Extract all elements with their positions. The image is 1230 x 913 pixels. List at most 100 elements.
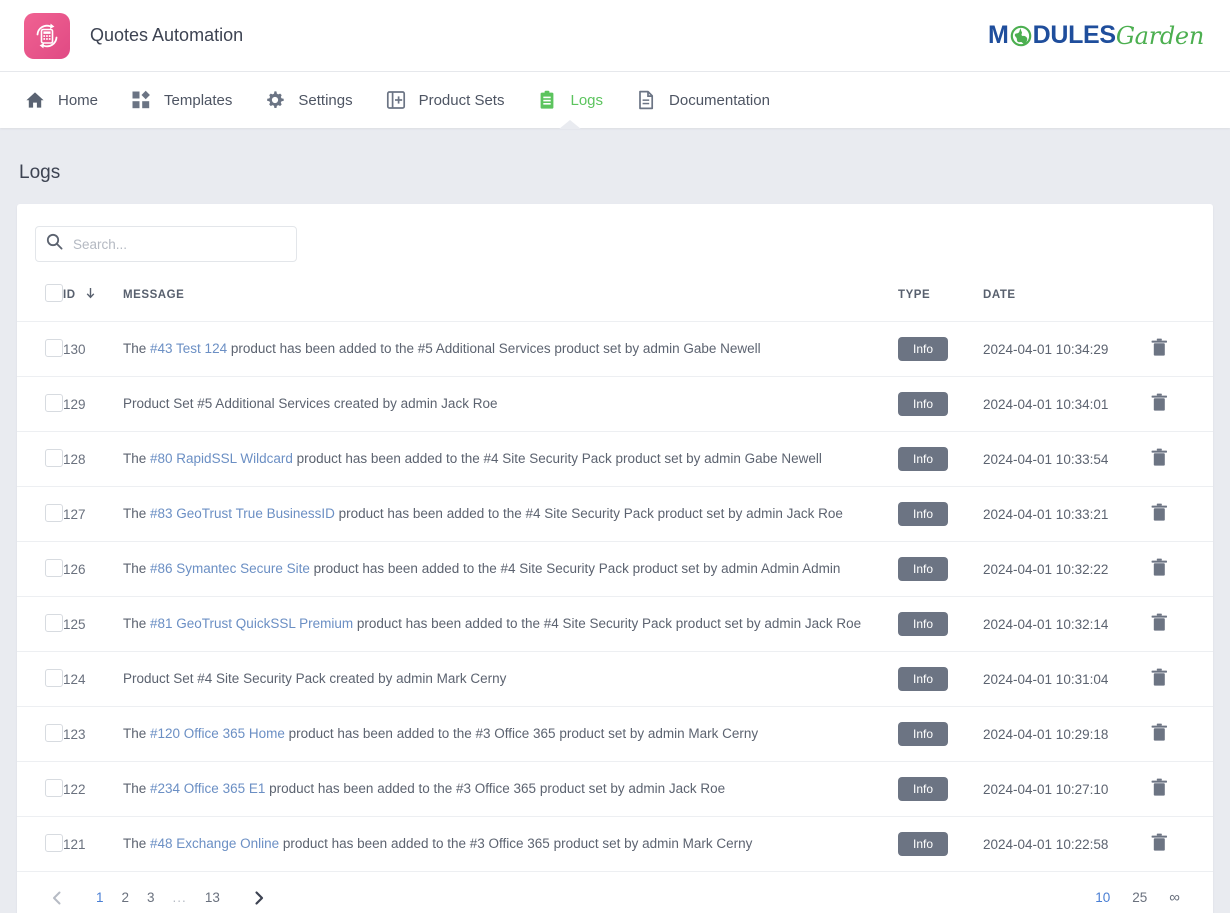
row-date: 2024-04-01 10:22:58 (983, 817, 1151, 872)
message-product-link[interactable]: #48 Exchange Online (150, 836, 279, 851)
row-select-cell[interactable] (17, 817, 63, 872)
arrow-down-icon[interactable] (85, 287, 96, 302)
row-checkbox[interactable] (45, 834, 63, 852)
row-message: The #86 Symantec Secure Site product has… (123, 542, 898, 597)
trash-icon[interactable] (1151, 393, 1168, 412)
message-product-link[interactable]: #120 Office 365 Home (150, 726, 285, 741)
templates-icon (130, 89, 152, 111)
row-checkbox[interactable] (45, 449, 63, 467)
search-input[interactable] (73, 237, 286, 252)
row-type-cell: Info (898, 817, 983, 872)
row-date: 2024-04-01 10:27:10 (983, 762, 1151, 817)
message-prefix: The (123, 836, 150, 851)
logs-table: ID MESSAGE TYPE DATE 130The #43 Test (17, 276, 1213, 871)
table-header-row: ID MESSAGE TYPE DATE (17, 276, 1213, 322)
row-checkbox[interactable] (45, 339, 63, 357)
row-actions (1151, 322, 1213, 377)
status-badge: Info (898, 612, 948, 636)
trash-icon[interactable] (1151, 723, 1168, 742)
trash-icon[interactable] (1151, 833, 1168, 852)
row-date: 2024-04-01 10:33:54 (983, 432, 1151, 487)
trash-icon[interactable] (1151, 668, 1168, 687)
header-select-all[interactable] (17, 276, 63, 322)
pagination-page-1[interactable]: 1 (87, 886, 113, 909)
status-badge: Info (898, 502, 948, 526)
row-select-cell[interactable] (17, 432, 63, 487)
message-product-link[interactable]: #83 GeoTrust True BusinessID (150, 506, 335, 521)
row-select-cell[interactable] (17, 377, 63, 432)
per-page-25[interactable]: 25 (1121, 886, 1158, 909)
nav-item-documentation[interactable]: Documentation (619, 72, 786, 128)
page-title: Logs (17, 128, 1213, 204)
nav-item-home[interactable]: Home (8, 72, 114, 128)
row-select-cell[interactable] (17, 652, 63, 707)
nav-item-logs[interactable]: Logs (520, 72, 619, 128)
message-suffix: product has been added to the #4 Site Se… (310, 561, 841, 576)
nav-item-templates[interactable]: Templates (114, 72, 248, 128)
row-id: 125 (63, 597, 123, 652)
nav-item-settings[interactable]: Settings (248, 72, 368, 128)
app-title: Quotes Automation (90, 25, 243, 46)
status-badge: Info (898, 777, 948, 801)
search-box[interactable] (35, 226, 297, 262)
header-date[interactable]: DATE (983, 276, 1151, 322)
trash-icon[interactable] (1151, 503, 1168, 522)
message-product-link[interactable]: #80 RapidSSL Wildcard (150, 451, 293, 466)
trash-icon[interactable] (1151, 778, 1168, 797)
message-prefix: The (123, 726, 150, 741)
logs-table-head: ID MESSAGE TYPE DATE (17, 276, 1213, 322)
row-date: 2024-04-01 10:31:04 (983, 652, 1151, 707)
message-product-link[interactable]: #234 Office 365 E1 (150, 781, 265, 796)
chevron-right-icon[interactable] (245, 884, 273, 912)
row-type-cell: Info (898, 487, 983, 542)
header-type[interactable]: TYPE (898, 276, 983, 322)
row-date: 2024-04-01 10:32:14 (983, 597, 1151, 652)
product-set-icon (385, 89, 407, 111)
per-page-10[interactable]: 10 (1084, 886, 1121, 909)
table-row: 129Product Set #5 Additional Services cr… (17, 377, 1213, 432)
message-prefix: Product Set #4 Site Security Pack create… (123, 671, 506, 686)
chevron-left-icon[interactable] (43, 884, 71, 912)
row-date: 2024-04-01 10:32:22 (983, 542, 1151, 597)
row-checkbox[interactable] (45, 669, 63, 687)
row-actions (1151, 487, 1213, 542)
row-type-cell: Info (898, 322, 983, 377)
header-message[interactable]: MESSAGE (123, 276, 898, 322)
trash-icon[interactable] (1151, 338, 1168, 357)
select-all-checkbox[interactable] (45, 284, 63, 302)
row-checkbox[interactable] (45, 724, 63, 742)
row-select-cell[interactable] (17, 322, 63, 377)
row-checkbox[interactable] (45, 504, 63, 522)
message-product-link[interactable]: #43 Test 124 (150, 341, 227, 356)
pagination-page-13[interactable]: 13 (196, 886, 229, 909)
header-id[interactable]: ID (63, 276, 123, 322)
header-actions (1151, 276, 1213, 322)
nav-label-product-sets: Product Sets (419, 92, 505, 109)
nav-item-product-sets[interactable]: Product Sets (369, 72, 521, 128)
message-product-link[interactable]: #81 GeoTrust QuickSSL Premium (150, 616, 353, 631)
table-row: 124Product Set #4 Site Security Pack cre… (17, 652, 1213, 707)
message-suffix: product has been added to the #3 Office … (279, 836, 752, 851)
message-suffix: product has been added to the #4 Site Se… (293, 451, 822, 466)
trash-icon[interactable] (1151, 558, 1168, 577)
row-date: 2024-04-01 10:34:29 (983, 322, 1151, 377)
nav-label-home: Home (58, 92, 98, 109)
row-checkbox[interactable] (45, 559, 63, 577)
row-select-cell[interactable] (17, 542, 63, 597)
row-select-cell[interactable] (17, 487, 63, 542)
row-checkbox[interactable] (45, 614, 63, 632)
message-product-link[interactable]: #86 Symantec Secure Site (150, 561, 310, 576)
trash-icon[interactable] (1151, 448, 1168, 467)
per-page-all[interactable]: ∞ (1158, 885, 1191, 910)
pagination-page-2[interactable]: 2 (113, 886, 139, 909)
row-select-cell[interactable] (17, 762, 63, 817)
pagination-ellipsis: ... (164, 886, 196, 909)
row-select-cell[interactable] (17, 707, 63, 762)
row-checkbox[interactable] (45, 394, 63, 412)
row-message: The #120 Office 365 Home product has bee… (123, 707, 898, 762)
row-select-cell[interactable] (17, 597, 63, 652)
message-suffix: product has been added to the #3 Office … (285, 726, 758, 741)
pagination-page-3[interactable]: 3 (138, 886, 164, 909)
trash-icon[interactable] (1151, 613, 1168, 632)
row-checkbox[interactable] (45, 779, 63, 797)
